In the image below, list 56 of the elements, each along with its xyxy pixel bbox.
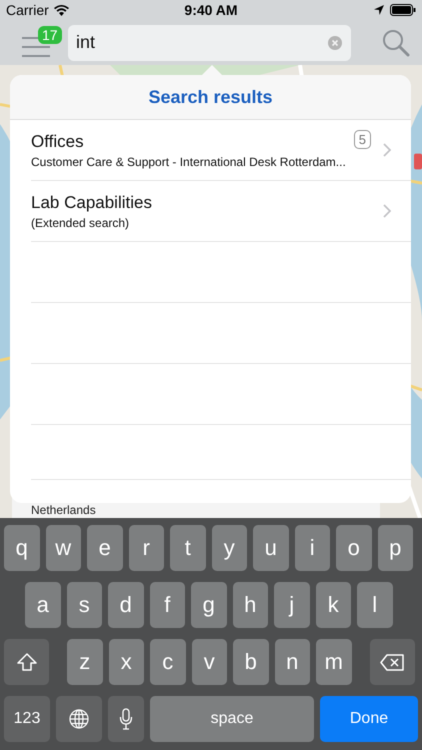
key[interactable]: r [128,525,164,571]
count-badge: 5 [354,130,371,149]
shift-icon [16,653,36,671]
notification-badge: 17 [38,26,62,44]
result-subtitle: Customer Care & Support - International Desk Rotterdam... [31,154,347,168]
key[interactable]: n [274,639,310,685]
location-arrow-icon [374,5,384,15]
key[interactable]: q [4,525,40,571]
key[interactable]: v [192,639,227,685]
key[interactable]: l [357,582,392,628]
key[interactable]: f [150,582,185,628]
key[interactable]: y [212,525,247,571]
key[interactable]: m [316,639,352,685]
key[interactable]: w [46,525,81,571]
key[interactable]: b [233,639,268,685]
key[interactable]: e [87,525,122,571]
key[interactable]: h [232,582,268,628]
globe-key[interactable] [56,696,102,742]
key[interactable]: c [150,639,186,685]
key[interactable]: t [170,525,206,571]
popover-title: Search results [148,86,273,108]
key[interactable]: u [253,525,288,571]
menu-button[interactable]: 17 [22,26,68,58]
wifi-icon [54,4,69,16]
result-row[interactable]: Offices Customer Care & Support - International Desk Rotterdam... 5 [31,120,411,181]
delete-key[interactable] [370,639,414,685]
key[interactable]: j [274,582,310,628]
done-key[interactable]: Done [320,696,418,742]
microphone-key[interactable] [108,696,144,742]
result-row[interactable]: Lab Capabilities (Extended search) [31,181,411,242]
search-field[interactable]: int [68,24,351,60]
shift-key[interactable] [4,639,49,685]
carrier-label: Carrier [6,2,49,18]
key[interactable]: a [25,582,60,628]
backspace-icon [380,654,404,670]
key[interactable]: d [108,582,144,628]
key[interactable]: k [316,582,351,628]
space-key[interactable]: space [150,696,314,742]
chevron-icon [383,143,391,157]
key[interactable]: g [191,582,226,628]
country-label: Netherlands [31,504,96,517]
battery-icon [390,4,416,16]
key[interactable]: i [294,525,330,571]
microphone-icon [119,708,133,730]
result-title: Offices [31,132,85,152]
globe-icon [69,709,89,729]
key[interactable]: x [108,639,144,685]
clock-time: 9:40 AM [183,2,239,18]
key[interactable]: o [336,525,372,571]
numbers-key[interactable]: 123 [4,696,50,742]
key[interactable]: s [66,582,102,628]
result-title: Lab Capabilities [31,192,153,212]
key[interactable]: p [378,525,413,571]
result-subtitle: (Extended search) [31,216,130,230]
chevron-icon [383,204,391,218]
key[interactable]: z [67,639,102,685]
